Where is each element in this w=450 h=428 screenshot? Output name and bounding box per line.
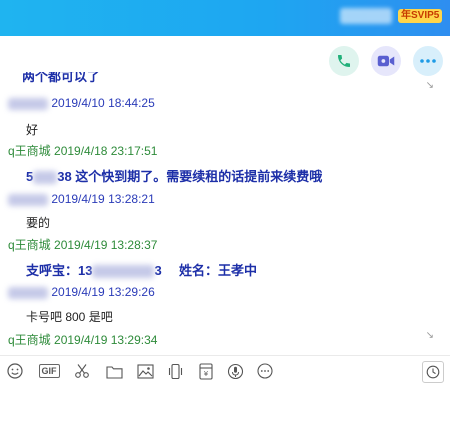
video-camera-icon [377, 55, 395, 67]
more-icon [257, 363, 273, 379]
chat-history[interactable]: 两个都可以了 ↘ 2019/4/10 18:44:25 好 q王商城 2019/… [0, 72, 440, 352]
gif-button[interactable]: GIF [37, 362, 61, 380]
screenshot-button[interactable] [73, 362, 91, 380]
voice-icon [227, 363, 243, 379]
more-tools-button[interactable] [256, 362, 274, 380]
voice-button[interactable] [226, 362, 244, 380]
input-toolbar: GIF ¥ [0, 355, 450, 386]
message-time: 2019/4/18 23:17:51 [54, 144, 158, 158]
message-body: 支呼宝：13 3 姓名：王孝中 [26, 260, 440, 279]
history-icon [426, 365, 440, 379]
blurred-sender [8, 193, 48, 206]
svg-text:¥: ¥ [204, 370, 209, 378]
blurred-sender [8, 286, 48, 299]
image-button[interactable] [136, 362, 154, 380]
blurred-account [92, 265, 155, 279]
message-header: q王商城 2019/4/19 13:29:34 [8, 331, 440, 348]
message-time: 2019/4/19 13:28:37 [54, 238, 158, 252]
message-body: 要的 [26, 216, 51, 230]
message-time: 2019/4/19 13:28:21 [51, 192, 155, 206]
red-packet-button[interactable]: ¥ [197, 362, 215, 380]
message-sender: q王商城 [8, 333, 51, 347]
message-header: 2019/4/10 18:44:25 [0, 96, 440, 110]
vip-badge: 年SVIP5 [398, 9, 443, 23]
file-button[interactable] [105, 362, 123, 380]
scissors-icon [75, 364, 89, 378]
gif-icon: GIF [38, 364, 60, 378]
message-body: 好 [26, 123, 39, 137]
blurred-contact-name [340, 8, 392, 24]
message-body-name: 姓名：王孝中 [179, 263, 258, 278]
image-icon [136, 363, 154, 379]
message-input-area[interactable] [0, 386, 450, 428]
shake-icon [168, 363, 182, 379]
title-bar: 年SVIP5 [0, 0, 450, 36]
blurred-sender [8, 97, 48, 110]
shake-button[interactable] [166, 362, 184, 380]
message-sender: q王商城 [8, 238, 51, 252]
emoji-button[interactable] [6, 362, 24, 380]
blurred-number [33, 171, 58, 185]
message-body-tail: 3 [154, 263, 162, 278]
message-header: 2019/4/19 13:29:26 [0, 285, 440, 299]
message-body: 卡号吧 800 是吧 [26, 310, 113, 324]
message-body-text: 38 这个快到期了。需要续租的话提前来续费哦 [57, 169, 323, 184]
message-time: 2019/4/19 13:29:26 [51, 285, 155, 299]
message-header: 2019/4/19 13:28:21 [0, 192, 440, 206]
scroll-marker-icon: ↘ [425, 330, 434, 341]
message-body: 5 38 这个快到期了。需要续租的话提前来续费哦 [26, 166, 440, 185]
phone-icon [338, 55, 350, 67]
folder-icon [105, 365, 123, 379]
red-packet-icon: ¥ [199, 362, 213, 380]
cutoff-message: 两个都可以了 [22, 72, 101, 84]
message-time: 2019/4/19 13:29:34 [54, 333, 158, 347]
message-body-label: 支呼宝：13 [26, 263, 93, 278]
message-body-prefix: 5 [26, 169, 34, 184]
message-header: q王商城 2019/4/18 23:17:51 [8, 142, 440, 159]
emoji-icon [7, 363, 23, 379]
history-button[interactable] [422, 361, 444, 383]
more-dots-icon [420, 59, 436, 63]
message-header: q王商城 2019/4/19 13:28:37 [8, 236, 440, 253]
scroll-marker-icon: ↘ [425, 80, 434, 91]
message-time: 2019/4/10 18:44:25 [51, 96, 155, 110]
message-sender: q王商城 [8, 144, 51, 158]
